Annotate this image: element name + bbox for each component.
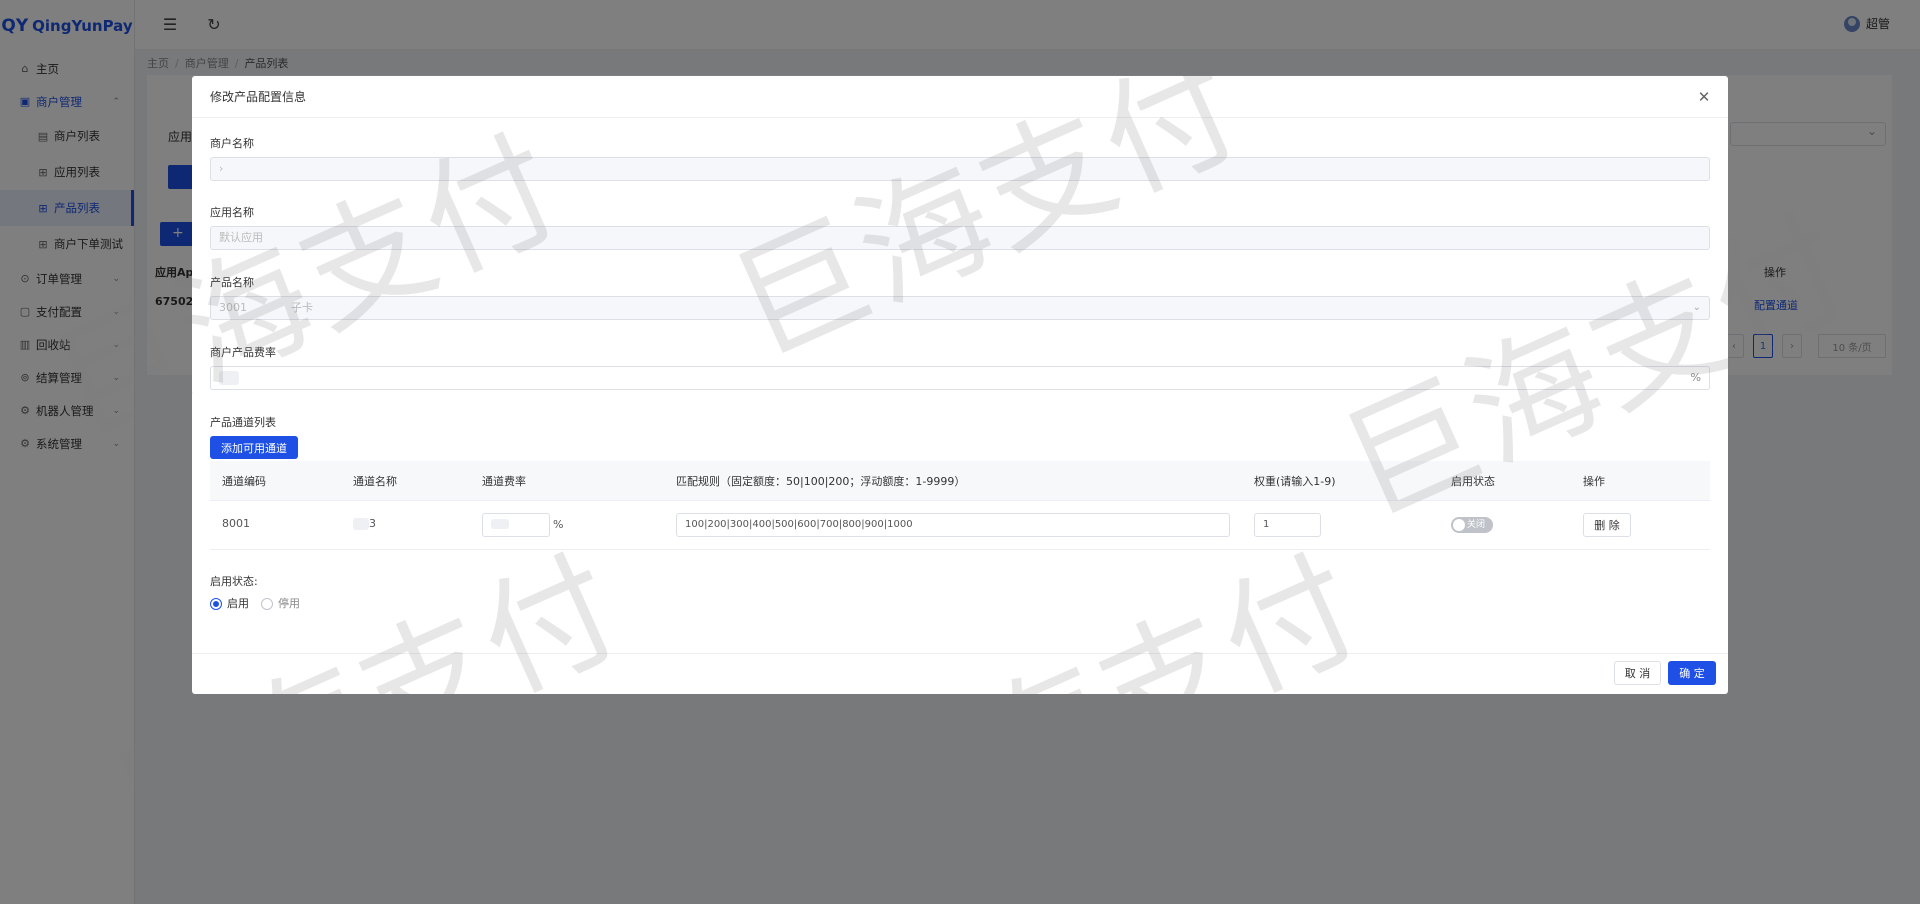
product-name-select[interactable]: 3001 子卡 ⌄ bbox=[210, 296, 1710, 320]
edit-product-config-dialog: 修改产品配置信息 ✕ 商户名称 › 应用名称 默认应用 产品名称 3001 子卡… bbox=[192, 76, 1728, 694]
column-header: 操作 bbox=[1583, 475, 1605, 488]
chevron-down-icon: ⌄ bbox=[1692, 302, 1701, 313]
product-code: 3001 bbox=[219, 301, 247, 314]
dialog-footer-divider bbox=[192, 653, 1728, 654]
status-radio-disabled-label[interactable]: 停用 bbox=[278, 595, 300, 611]
status-radio-enabled-label[interactable]: 启用 bbox=[227, 595, 249, 611]
rate-label: 商户产品费率 bbox=[210, 346, 276, 359]
match-rule-input[interactable]: 100|200|300|400|500|600|700|800|900|1000 bbox=[676, 513, 1230, 537]
status-toggle[interactable]: 关闭 bbox=[1451, 517, 1493, 533]
column-header: 通道费率 bbox=[482, 475, 526, 488]
app-name-label: 应用名称 bbox=[210, 206, 254, 219]
status-radio-enabled[interactable] bbox=[210, 598, 222, 610]
rate-suffix: % bbox=[1690, 371, 1701, 384]
delete-channel-button[interactable]: 删 除 bbox=[1583, 513, 1631, 537]
table-header: 通道编码 通道名称 通道费率 匹配规则（固定额度：50|100|200；浮动额度… bbox=[210, 461, 1710, 501]
channel-name: 3 bbox=[353, 517, 376, 530]
merchant-name-value: › bbox=[219, 162, 224, 175]
merchant-name-field[interactable]: › bbox=[210, 157, 1710, 181]
dialog-header: 修改产品配置信息 ✕ bbox=[192, 76, 1728, 118]
channel-code: 8001 bbox=[222, 517, 250, 530]
channel-list-label: 产品通道列表 bbox=[210, 416, 276, 429]
add-channel-button[interactable]: 添加可用通道 bbox=[210, 436, 298, 459]
product-name-label: 产品名称 bbox=[210, 276, 254, 289]
redacted-value bbox=[219, 371, 239, 385]
product-name-value: 子卡 bbox=[291, 301, 313, 314]
status-label: 启用状态: bbox=[210, 575, 258, 588]
column-header: 权重(请输入1-9) bbox=[1254, 475, 1336, 488]
rate-input[interactable]: % bbox=[210, 366, 1710, 390]
confirm-button[interactable]: 确 定 bbox=[1668, 661, 1716, 685]
cancel-button[interactable]: 取 消 bbox=[1614, 661, 1661, 685]
dialog-title: 修改产品配置信息 bbox=[210, 90, 307, 104]
channel-name-value: 3 bbox=[369, 517, 376, 530]
weight-input[interactable]: 1 bbox=[1254, 513, 1321, 537]
table-row: 8001 3 % 100|200|300|400|500|600|700|800… bbox=[210, 501, 1710, 550]
channel-rate-suffix: % bbox=[553, 518, 564, 531]
column-header: 通道名称 bbox=[353, 475, 397, 488]
status-radio-disabled[interactable] bbox=[261, 598, 273, 610]
column-header: 通道编码 bbox=[222, 475, 266, 488]
column-header: 启用状态 bbox=[1451, 475, 1495, 488]
app-name-field[interactable]: 默认应用 bbox=[210, 226, 1710, 250]
merchant-name-label: 商户名称 bbox=[210, 137, 254, 150]
app-name-placeholder: 默认应用 bbox=[219, 231, 263, 244]
column-header: 匹配规则（固定额度：50|100|200；浮动额度：1-9999） bbox=[676, 475, 966, 488]
redacted-value bbox=[353, 518, 369, 530]
channel-table: 通道编码 通道名称 通道费率 匹配规则（固定额度：50|100|200；浮动额度… bbox=[210, 461, 1710, 550]
redacted-value bbox=[491, 519, 509, 529]
toggle-label: 关闭 bbox=[1467, 520, 1486, 530]
close-icon[interactable]: ✕ bbox=[1694, 87, 1714, 107]
channel-rate-input[interactable] bbox=[482, 513, 550, 537]
